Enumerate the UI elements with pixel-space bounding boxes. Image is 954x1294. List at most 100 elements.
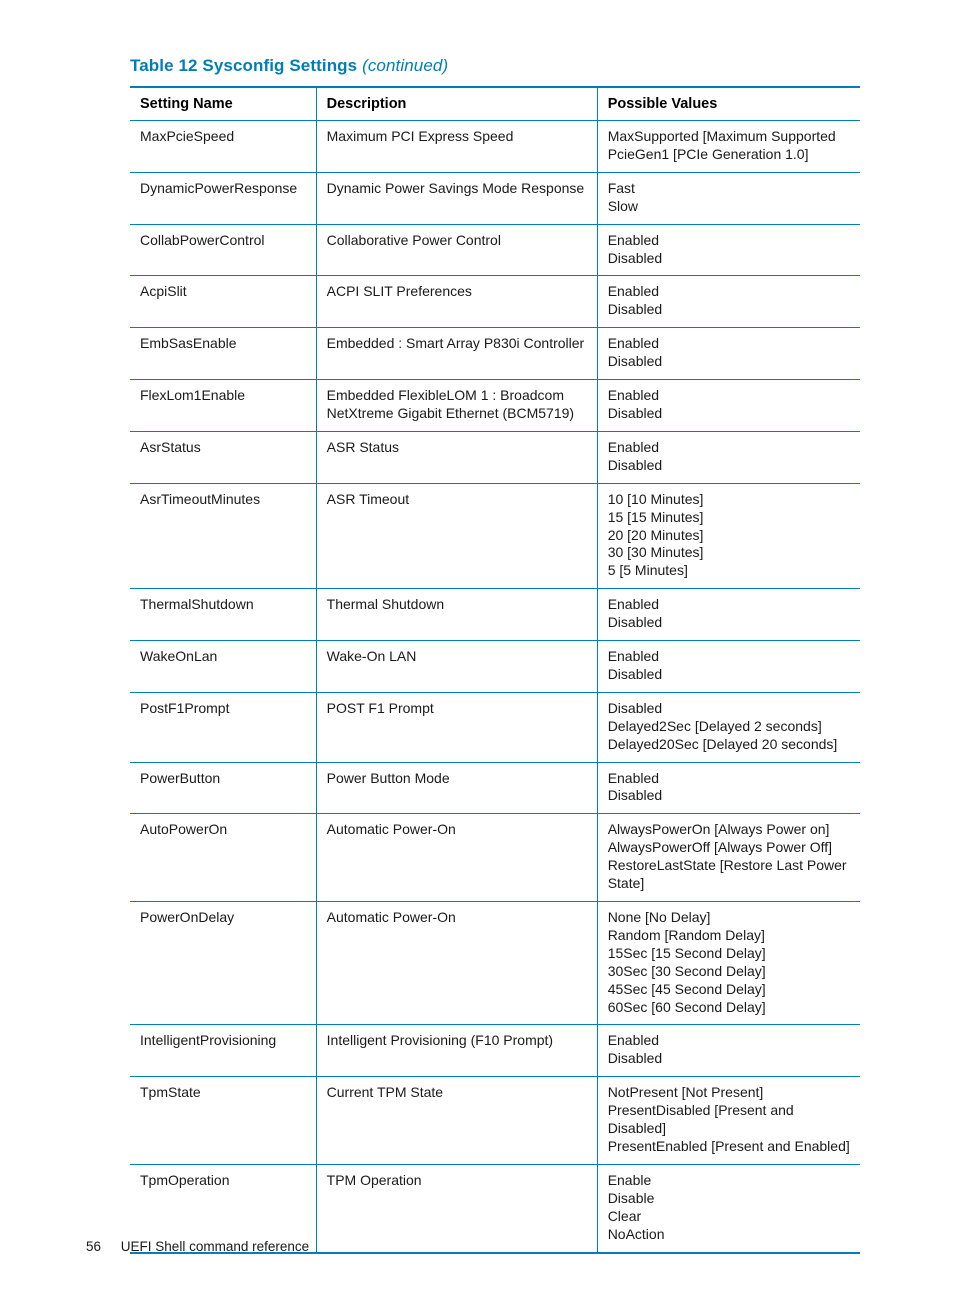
possible-value: Clear: [608, 1208, 850, 1226]
table-row: IntelligentProvisioningIntelligent Provi…: [130, 1025, 860, 1077]
cell-possible-values: EnabledDisabled: [597, 224, 860, 276]
table-row: ThermalShutdownThermal ShutdownEnabledDi…: [130, 589, 860, 641]
possible-value: 20 [20 Minutes]: [608, 527, 850, 545]
table-row: WakeOnLanWake-On LAN EnabledDisabled: [130, 641, 860, 693]
cell-description: Embedded FlexibleLOM 1 : Broadcom NetXtr…: [316, 380, 597, 432]
cell-possible-values: EnabledDisabled: [597, 380, 860, 432]
possible-value: Enable: [608, 1172, 850, 1190]
table-row: FlexLom1EnableEmbedded FlexibleLOM 1 : B…: [130, 380, 860, 432]
cell-setting-name: WakeOnLan: [130, 641, 316, 693]
sysconfig-table: Setting Name Description Possible Values…: [130, 86, 860, 1254]
cell-setting-name: MaxPcieSpeed: [130, 121, 316, 173]
cell-possible-values: EnabledDisabled: [597, 276, 860, 328]
possible-value: PresentEnabled [Present and Enabled]: [608, 1138, 850, 1156]
possible-value: 45Sec [45 Second Delay]: [608, 981, 850, 999]
cell-description: Embedded : Smart Array P830i Controller: [316, 328, 597, 380]
cell-description: Automatic Power-On: [316, 902, 597, 1025]
possible-value: RestoreLastState [Restore Last Power Sta…: [608, 857, 850, 893]
cell-possible-values: 10 [10 Minutes]15 [15 Minutes]20 [20 Min…: [597, 483, 860, 589]
possible-value: NotPresent [Not Present]: [608, 1084, 850, 1102]
cell-setting-name: PostF1Prompt: [130, 692, 316, 762]
cell-setting-name: AsrTimeoutMinutes: [130, 483, 316, 589]
cell-setting-name: EmbSasEnable: [130, 328, 316, 380]
possible-value: Disabled: [608, 405, 850, 423]
cell-possible-values: AlwaysPowerOn [Always Power on]AlwaysPow…: [597, 814, 860, 902]
possible-value: Disable: [608, 1190, 850, 1208]
cell-description: Thermal Shutdown: [316, 589, 597, 641]
possible-value: 60Sec [60 Second Delay]: [608, 999, 850, 1017]
table-row: AsrStatusASR StatusEnabledDisabled: [130, 431, 860, 483]
page-number: 56: [86, 1239, 101, 1254]
col-header-description: Description: [316, 87, 597, 121]
cell-description: ASR Timeout: [316, 483, 597, 589]
possible-value: Random [Random Delay]: [608, 927, 850, 945]
cell-description: ASR Status: [316, 431, 597, 483]
possible-value: Disabled: [608, 700, 850, 718]
possible-value: None [No Delay]: [608, 909, 850, 927]
possible-value: Enabled: [608, 335, 850, 353]
possible-value: Enabled: [608, 1032, 850, 1050]
cell-description: Dynamic Power Savings Mode Response: [316, 172, 597, 224]
cell-description: POST F1 Prompt: [316, 692, 597, 762]
table-title-main: Table 12 Sysconfig Settings: [130, 56, 357, 75]
cell-setting-name: AutoPowerOn: [130, 814, 316, 902]
cell-setting-name: CollabPowerControl: [130, 224, 316, 276]
possible-value: 15 [15 Minutes]: [608, 509, 850, 527]
table-row: AutoPowerOnAutomatic Power-OnAlwaysPower…: [130, 814, 860, 902]
cell-possible-values: EnabledDisabled: [597, 328, 860, 380]
possible-value: MaxSupported [Maximum Supported: [608, 128, 850, 146]
cell-setting-name: AsrStatus: [130, 431, 316, 483]
cell-possible-values: None [No Delay]Random [Random Delay]15Se…: [597, 902, 860, 1025]
table-title: Table 12 Sysconfig Settings (continued): [130, 56, 860, 76]
possible-value: Enabled: [608, 232, 850, 250]
table-row: AcpiSlitACPI SLIT PreferencesEnabledDisa…: [130, 276, 860, 328]
cell-setting-name: PowerButton: [130, 762, 316, 814]
cell-description: ACPI SLIT Preferences: [316, 276, 597, 328]
table-row: PowerOnDelayAutomatic Power-OnNone [No D…: [130, 902, 860, 1025]
table-header-row: Setting Name Description Possible Values: [130, 87, 860, 121]
possible-value: 15Sec [15 Second Delay]: [608, 945, 850, 963]
cell-possible-values: EnabledDisabled: [597, 1025, 860, 1077]
col-header-setting-name: Setting Name: [130, 87, 316, 121]
cell-possible-values: EnabledDisabled: [597, 589, 860, 641]
possible-value: Delayed2Sec [Delayed 2 seconds]: [608, 718, 850, 736]
cell-possible-values: FastSlow: [597, 172, 860, 224]
cell-possible-values: NotPresent [Not Present]PresentDisabled …: [597, 1077, 860, 1165]
cell-setting-name: AcpiSlit: [130, 276, 316, 328]
cell-setting-name: TpmState: [130, 1077, 316, 1165]
cell-description: Intelligent Provisioning (F10 Prompt): [316, 1025, 597, 1077]
table-row: CollabPowerControlCollaborative Power Co…: [130, 224, 860, 276]
table-row: PostF1PromptPOST F1 PromptDisabledDelaye…: [130, 692, 860, 762]
possible-value: Disabled: [608, 250, 850, 268]
table-row: MaxPcieSpeedMaximum PCI Express Speed Max…: [130, 121, 860, 173]
cell-possible-values: EnabledDisabled: [597, 762, 860, 814]
possible-value: Enabled: [608, 283, 850, 301]
possible-value: Disabled: [608, 353, 850, 371]
possible-value: Delayed20Sec [Delayed 20 seconds]: [608, 736, 850, 754]
cell-description: Automatic Power-On: [316, 814, 597, 902]
cell-description: Collaborative Power Control: [316, 224, 597, 276]
cell-possible-values: DisabledDelayed2Sec [Delayed 2 seconds]D…: [597, 692, 860, 762]
possible-value: AlwaysPowerOn [Always Power on]: [608, 821, 850, 839]
possible-value: Disabled: [608, 614, 850, 632]
cell-setting-name: IntelligentProvisioning: [130, 1025, 316, 1077]
cell-setting-name: PowerOnDelay: [130, 902, 316, 1025]
possible-value: AlwaysPowerOff [Always Power Off]: [608, 839, 850, 857]
page-footer: 56 UEFI Shell command reference: [86, 1239, 309, 1254]
possible-value: 30 [30 Minutes]: [608, 544, 850, 562]
possible-value: Enabled: [608, 596, 850, 614]
cell-description: TPM Operation: [316, 1164, 597, 1252]
cell-possible-values: EnableDisableClearNoAction: [597, 1164, 860, 1252]
table-row: TpmStateCurrent TPM StateNotPresent [Not…: [130, 1077, 860, 1165]
possible-value: Disabled: [608, 787, 850, 805]
page: Table 12 Sysconfig Settings (continued) …: [0, 0, 954, 1294]
possible-value: Enabled: [608, 648, 850, 666]
cell-description: Maximum PCI Express Speed: [316, 121, 597, 173]
table-row: EmbSasEnableEmbedded : Smart Array P830i…: [130, 328, 860, 380]
possible-value: 10 [10 Minutes]: [608, 491, 850, 509]
cell-setting-name: ThermalShutdown: [130, 589, 316, 641]
possible-value: Disabled: [608, 666, 850, 684]
cell-setting-name: FlexLom1Enable: [130, 380, 316, 432]
cell-description: Wake-On LAN: [316, 641, 597, 693]
possible-value: 5 [5 Minutes]: [608, 562, 850, 580]
